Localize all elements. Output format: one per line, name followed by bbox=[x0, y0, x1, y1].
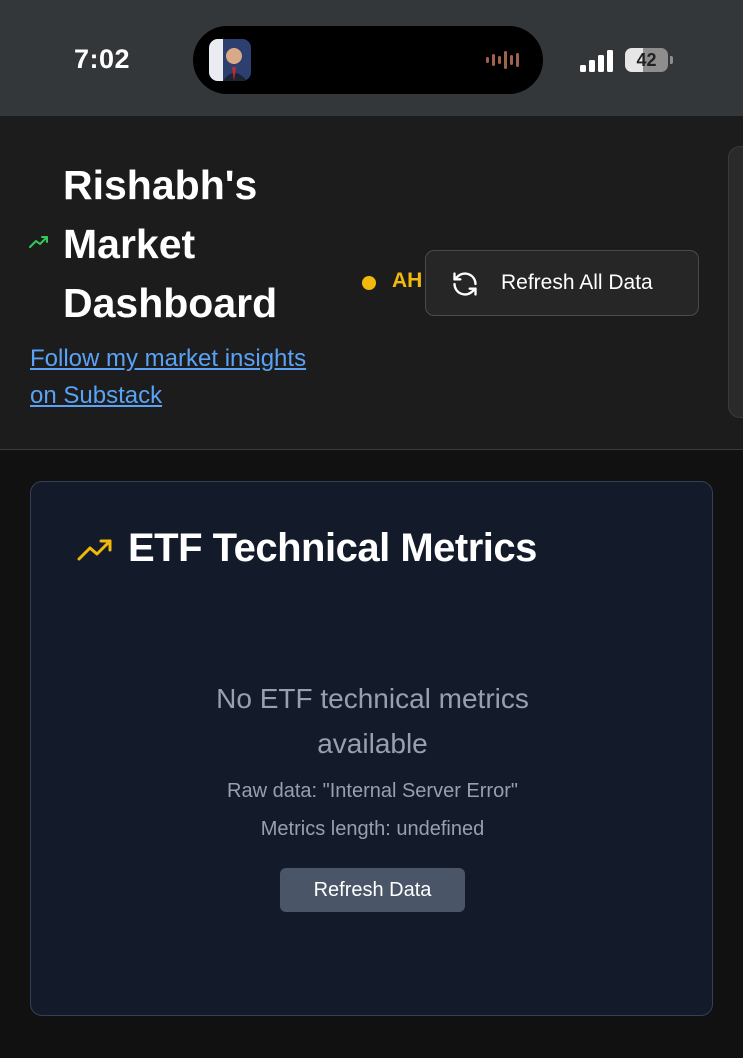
header-scroll-panel[interactable] bbox=[728, 146, 743, 418]
card-title: ETF Technical Metrics bbox=[128, 526, 537, 570]
etf-metrics-card: ETF Technical Metrics No ETF technical m… bbox=[30, 481, 713, 1016]
refresh-icon bbox=[451, 270, 479, 298]
substack-link[interactable]: Follow my market insights on Substack bbox=[30, 340, 330, 414]
cellular-signal-icon bbox=[580, 50, 616, 72]
market-status-dot bbox=[362, 276, 376, 290]
market-status-label: AH bbox=[392, 269, 423, 292]
status-bar: 7:02 42 bbox=[0, 0, 743, 116]
dashboard-header: Rishabh's Market Dashboard Follow my mar… bbox=[0, 116, 743, 450]
status-time: 7:02 bbox=[74, 44, 131, 74]
trending-up-icon bbox=[77, 538, 113, 562]
trending-up-icon bbox=[29, 235, 49, 249]
battery-percent: 42 bbox=[636, 50, 657, 70]
refresh-data-button[interactable]: Refresh Data bbox=[280, 868, 465, 912]
dynamic-island[interactable] bbox=[193, 26, 543, 94]
now-playing-avatar bbox=[209, 39, 251, 81]
audio-waveform-icon bbox=[485, 50, 525, 70]
refresh-all-button[interactable]: Refresh All Data bbox=[425, 250, 699, 316]
page-title: Rishabh's Market Dashboard bbox=[63, 162, 278, 326]
refresh-all-label: Refresh All Data bbox=[501, 271, 653, 294]
metrics-length-text: Metrics length: undefined bbox=[260, 818, 485, 840]
battery-icon: 42 bbox=[625, 48, 673, 72]
empty-state-message: No ETF technical metrics available bbox=[216, 683, 529, 759]
raw-data-text: Raw data: "Internal Server Error" bbox=[227, 780, 518, 802]
